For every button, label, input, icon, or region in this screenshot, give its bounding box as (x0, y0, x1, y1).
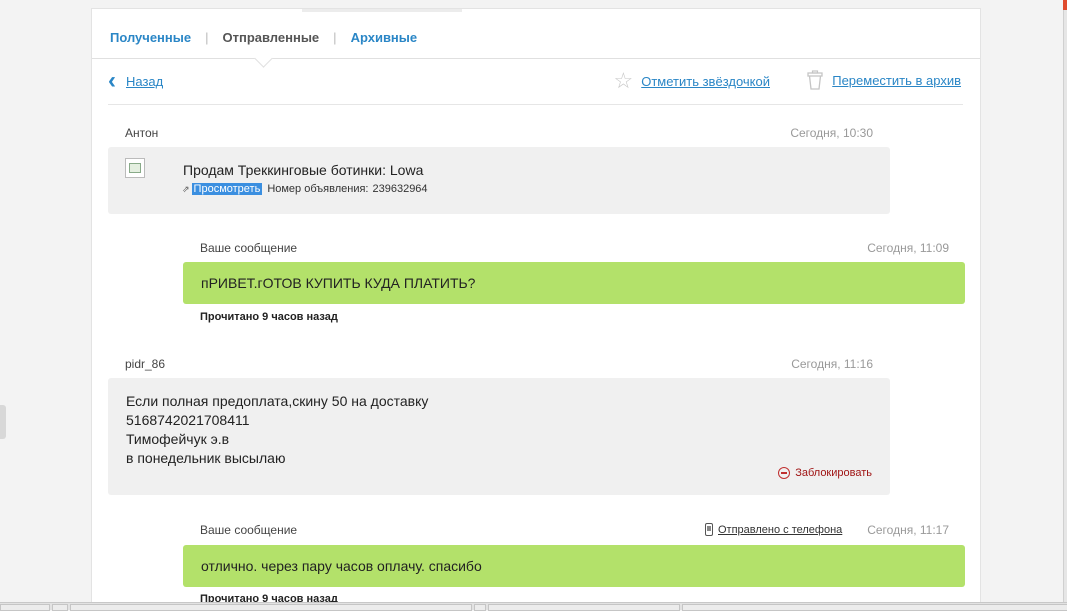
tab-separator: | (205, 29, 209, 45)
own-message-bubble: пРИВЕТ.гОТОВ КУПИТЬ КУДА ПЛАТИТЬ? (183, 262, 965, 304)
message-line: в понедельник высылаю (126, 450, 286, 466)
external-link-icon: ⇗ (182, 183, 190, 194)
message-line: Если полная предоплата,скину 50 на доста… (126, 393, 429, 409)
tab-received[interactable]: Полученные (110, 30, 191, 45)
back-label[interactable]: Назад (126, 74, 163, 89)
taskbar-item[interactable] (52, 604, 68, 611)
read-status: Прочитано 9 часов назад (200, 311, 338, 323)
incoming-message-bubble: Если полная предоплата,скину 50 на доста… (108, 378, 890, 495)
back-button[interactable]: ‹ Назад (108, 67, 163, 94)
message-time: Сегодня, 11:17 (867, 523, 949, 537)
message-time: Сегодня, 11:09 (867, 241, 949, 255)
phone-icon (705, 523, 713, 536)
taskbar-item[interactable] (682, 604, 1067, 611)
toolbar-divider (108, 104, 963, 105)
message-author: Антон (125, 126, 159, 140)
taskbar-item[interactable] (488, 604, 680, 611)
active-tab-pointer (254, 49, 273, 68)
conversation-panel: Полученные | Отправленные | Архивные ‹ Н… (91, 8, 981, 610)
ad-number: 239632964 (372, 183, 428, 195)
message-time: Сегодня, 10:30 (790, 126, 873, 140)
window-accent (1063, 0, 1067, 10)
block-label[interactable]: Заблокировать (795, 467, 872, 479)
tab-archive[interactable]: Архивные (351, 30, 418, 45)
block-user-button[interactable]: Заблокировать (778, 467, 872, 479)
ad-title: Продам Треккинговые ботинки: Lowa (183, 162, 424, 178)
own-message-bubble: отлично. через пару часов оплачу. спасиб… (183, 545, 965, 587)
message-time: Сегодня, 11:16 (791, 357, 873, 371)
back-chevron-icon: ‹ (108, 67, 116, 94)
star-label[interactable]: Отметить звёздочкой (641, 74, 770, 89)
message-line: 5168742021708411 (126, 412, 250, 428)
ad-card: Продам Треккинговые ботинки: Lowa ⇗ Прос… (108, 147, 890, 214)
message-body: Если полная предоплата,скину 50 на доста… (126, 392, 428, 468)
archive-label[interactable]: Переместить в архив (832, 73, 961, 88)
message-author: pidr_86 (125, 357, 166, 371)
taskbar-item[interactable] (474, 604, 486, 611)
taskbar-item[interactable] (70, 604, 472, 611)
mailbox-tabs: Полученные | Отправленные | Архивные (110, 27, 417, 47)
ad-number-label: Номер объявления: (267, 183, 369, 195)
message-toolbar: ‹ Назад ☆ Отметить звёздочкой Переместит… (108, 69, 961, 93)
message-author: Ваше сообщение (200, 241, 298, 255)
star-button[interactable]: ☆ Отметить звёздочкой (614, 70, 771, 92)
window-right-edge (1063, 0, 1067, 609)
block-icon (778, 467, 791, 479)
message-line: Тимофейчук э.в (126, 431, 230, 447)
sent-from-phone-label[interactable]: Отправлено с телефона (718, 524, 842, 536)
archive-button[interactable]: Переместить в архив (806, 70, 961, 90)
tab-sent[interactable]: Отправленные (222, 30, 319, 45)
tab-separator: | (333, 29, 337, 45)
side-panel-handle[interactable] (0, 405, 6, 439)
image-icon[interactable] (125, 158, 145, 178)
view-ad-link[interactable]: Просмотреть (191, 183, 263, 195)
tabs-divider (92, 58, 980, 59)
ad-meta: ⇗ Просмотреть Номер объявления: 23963296… (182, 183, 428, 195)
message-text: отлично. через пару часов оплачу. спасиб… (201, 558, 482, 574)
taskbar-item[interactable] (0, 604, 50, 611)
trash-icon (807, 70, 823, 90)
message-text: пРИВЕТ.гОТОВ КУПИТЬ КУДА ПЛАТИТЬ? (201, 275, 476, 291)
sent-from-phone[interactable]: Отправлено с телефона (705, 523, 842, 536)
message-author: Ваше сообщение (200, 523, 298, 537)
top-stub (302, 9, 462, 12)
star-icon: ☆ (613, 68, 634, 93)
